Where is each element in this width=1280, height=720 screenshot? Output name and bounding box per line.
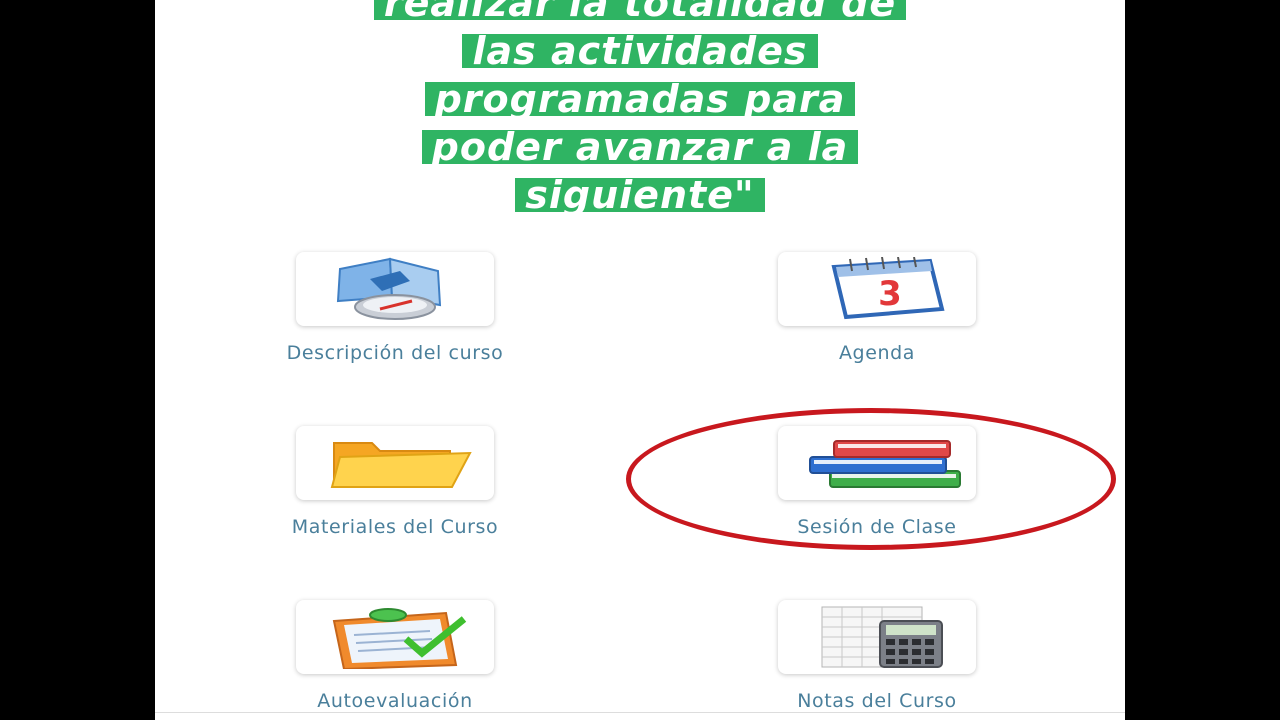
banner-line-1: realizar la totalidad de [373, 0, 907, 22]
calendar-icon: 3 [831, 257, 945, 320]
banner-line-4: poder avanzar a la [421, 128, 859, 166]
tile-autoevaluacion[interactable]: Autoevaluación [255, 600, 535, 712]
app-screen: realizar la totalidad de las actividades… [155, 0, 1125, 720]
tile-card[interactable]: 3 [778, 252, 976, 326]
tile-label: Notas del Curso [797, 690, 957, 712]
calculator-spreadsheet-icon [821, 606, 943, 668]
tile-card[interactable] [296, 252, 494, 326]
banner-line-3: programadas para [424, 80, 856, 118]
checklist-clipboard-icon [332, 608, 467, 669]
tile-label: Materiales del Curso [291, 516, 499, 538]
folder-icon [330, 442, 472, 488]
tile-sesion-clase[interactable]: Sesión de Clase [737, 426, 1017, 538]
tile-label: Agenda [838, 342, 916, 364]
banner-line-5: siguiente" [515, 176, 765, 214]
compass-map-icon [336, 257, 442, 320]
instruction-banner: realizar la totalidad de las actividades… [155, 0, 1125, 226]
divider [155, 712, 1125, 713]
tile-descripcion-curso[interactable]: Descripción del curso [255, 252, 535, 364]
tile-label: Descripción del curso [286, 342, 504, 364]
tile-label: Autoevaluación [317, 690, 473, 712]
tile-card[interactable] [778, 426, 976, 500]
banner-line-2: las actividades [462, 32, 818, 70]
tile-label: Sesión de Clase [797, 516, 957, 538]
books-icon [809, 440, 961, 488]
tile-materiales-curso[interactable]: Materiales del Curso [255, 426, 535, 538]
tile-notas-curso[interactable]: Notas del Curso [737, 600, 1017, 712]
tile-card[interactable] [296, 600, 494, 674]
tile-card[interactable] [296, 426, 494, 500]
calendar-day: 3 [878, 274, 902, 314]
tile-card[interactable] [778, 600, 976, 674]
tile-agenda[interactable]: 3 Agenda [737, 252, 1017, 364]
